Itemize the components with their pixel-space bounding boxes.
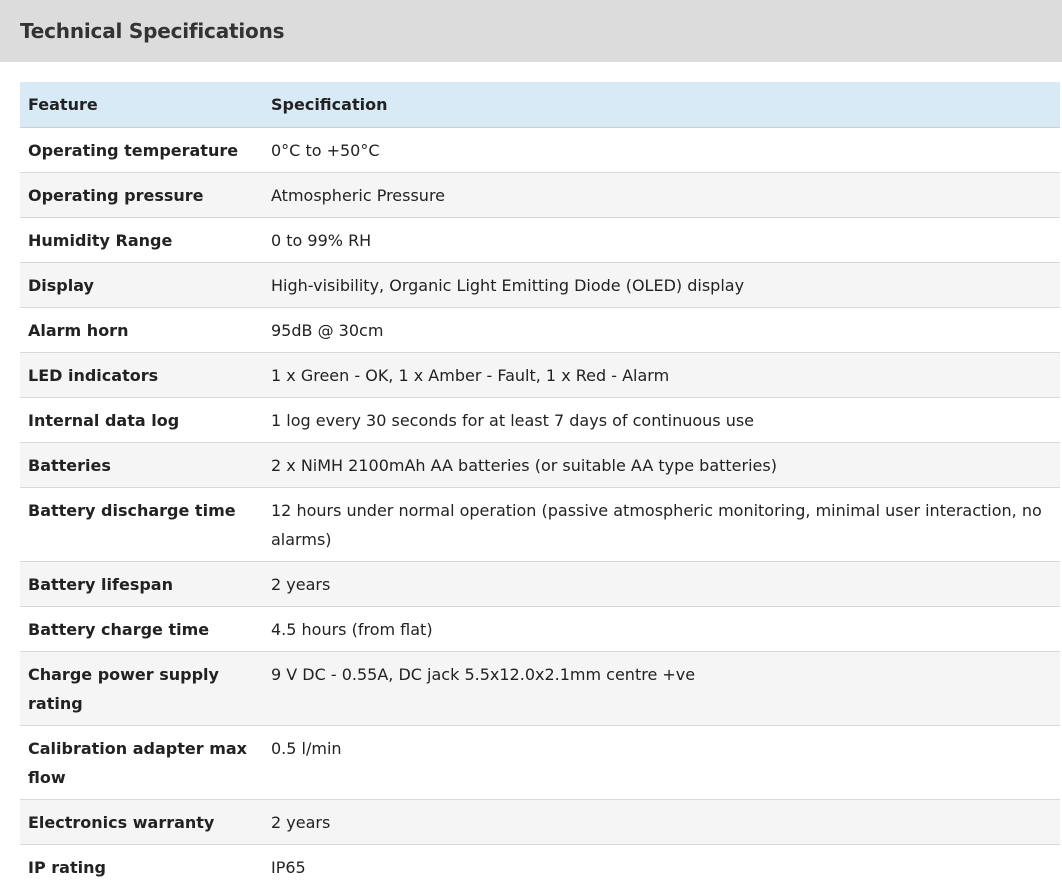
column-header-specification: Specification (263, 82, 1060, 128)
table-row: Calibration adapter max flow 0.5 l/min (20, 726, 1060, 800)
table-row: Battery charge time 4.5 hours (from flat… (20, 607, 1060, 652)
feature-cell: Operating pressure (20, 173, 263, 218)
column-header-feature: Feature (20, 82, 263, 128)
feature-cell: Battery lifespan (20, 562, 263, 607)
table-row: Operating pressure Atmospheric Pressure (20, 173, 1060, 218)
spec-cell: IP65 (263, 845, 1060, 889)
feature-cell: Display (20, 263, 263, 308)
table-row: Charge power supply rating 9 V DC - 0.55… (20, 652, 1060, 726)
feature-cell: Internal data log (20, 398, 263, 443)
section-header: Technical Specifications (0, 0, 1062, 62)
spec-cell: 95dB @ 30cm (263, 308, 1060, 353)
feature-cell: Charge power supply rating (20, 652, 263, 726)
table-row: Operating temperature 0°C to +50°C (20, 128, 1060, 173)
table-row: Humidity Range 0 to 99% RH (20, 218, 1060, 263)
spec-cell: 0°C to +50°C (263, 128, 1060, 173)
table-row: Internal data log 1 log every 30 seconds… (20, 398, 1060, 443)
feature-cell: LED indicators (20, 353, 263, 398)
table-row: Battery discharge time 12 hours under no… (20, 488, 1060, 562)
table-row: Batteries 2 x NiMH 2100mAh AA batteries … (20, 443, 1060, 488)
spec-table-header-row: Feature Specification (20, 82, 1060, 128)
spec-cell: 1 log every 30 seconds for at least 7 da… (263, 398, 1060, 443)
section-title: Technical Specifications (20, 19, 284, 43)
spec-table-head: Feature Specification (20, 82, 1060, 128)
spec-cell: 2 x NiMH 2100mAh AA batteries (or suitab… (263, 443, 1060, 488)
spec-cell: 2 years (263, 800, 1060, 845)
table-row: Display High-visibility, Organic Light E… (20, 263, 1060, 308)
spec-cell: 9 V DC - 0.55A, DC jack 5.5x12.0x2.1mm c… (263, 652, 1060, 726)
table-row: Battery lifespan 2 years (20, 562, 1060, 607)
feature-cell: Batteries (20, 443, 263, 488)
feature-cell: Electronics warranty (20, 800, 263, 845)
feature-cell: Battery discharge time (20, 488, 263, 562)
feature-cell: Calibration adapter max flow (20, 726, 263, 800)
spec-table-body: Operating temperature 0°C to +50°C Opera… (20, 128, 1060, 889)
spec-cell: Atmospheric Pressure (263, 173, 1060, 218)
feature-cell: Humidity Range (20, 218, 263, 263)
spec-table: Feature Specification Operating temperat… (20, 82, 1060, 889)
table-row: Electronics warranty 2 years (20, 800, 1060, 845)
spec-cell: High-visibility, Organic Light Emitting … (263, 263, 1060, 308)
table-row: LED indicators 1 x Green - OK, 1 x Amber… (20, 353, 1060, 398)
feature-cell: IP rating (20, 845, 263, 889)
spec-cell: 0 to 99% RH (263, 218, 1060, 263)
feature-cell: Operating temperature (20, 128, 263, 173)
table-row: IP rating IP65 (20, 845, 1060, 889)
feature-cell: Battery charge time (20, 607, 263, 652)
table-row: Alarm horn 95dB @ 30cm (20, 308, 1060, 353)
spec-cell: 2 years (263, 562, 1060, 607)
feature-cell: Alarm horn (20, 308, 263, 353)
spec-cell: 0.5 l/min (263, 726, 1060, 800)
spec-cell: 4.5 hours (from flat) (263, 607, 1060, 652)
spec-cell: 1 x Green - OK, 1 x Amber - Fault, 1 x R… (263, 353, 1060, 398)
spec-cell: 12 hours under normal operation (passive… (263, 488, 1060, 562)
